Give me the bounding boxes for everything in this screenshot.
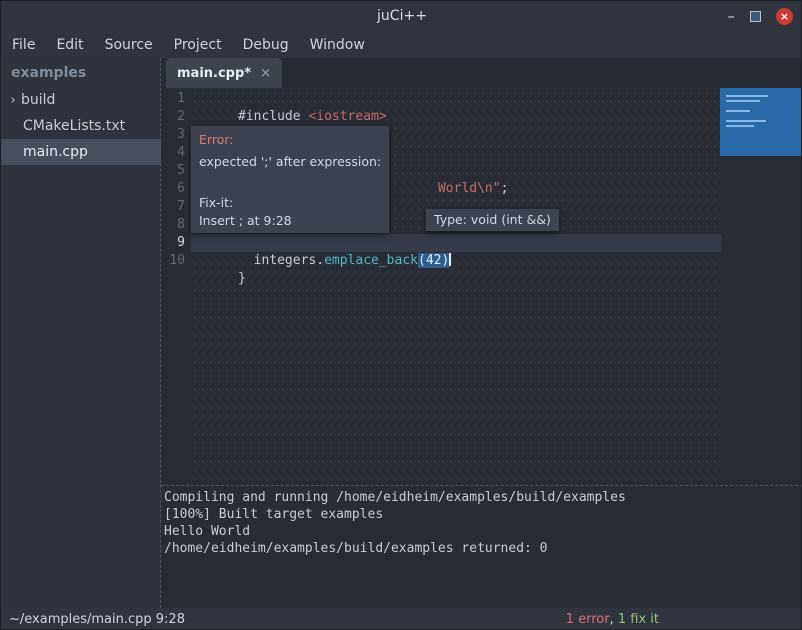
chevron-right-icon[interactable]: › xyxy=(5,93,21,108)
statusbar: ~/examples/main.cpp 9:28 1 error, 1 fix … xyxy=(1,608,802,630)
pane-separator-vertical[interactable] xyxy=(160,58,161,608)
menubar: File Edit Source Project Debug Window xyxy=(1,31,802,58)
line-number: 7 xyxy=(161,198,185,216)
code-line-10[interactable]: } xyxy=(191,252,246,306)
minimap-line xyxy=(726,110,750,112)
tab-main-cpp[interactable]: main.cpp* × xyxy=(166,58,282,88)
menu-item-project[interactable]: Project xyxy=(174,37,222,53)
error-count: 1 error xyxy=(566,612,610,627)
output-line: [100%] Built target examples xyxy=(164,506,800,523)
code-token: emplace_back xyxy=(324,253,418,268)
tree-item-label: build xyxy=(21,92,55,108)
project-name-header: examples xyxy=(1,58,161,87)
minimap-line xyxy=(726,125,754,127)
error-tooltip: Error: expected ';' after expression: Fi… xyxy=(191,126,389,233)
close-button[interactable]: × xyxy=(776,8,793,25)
output-line: Compiling and running /home/eidheim/exam… xyxy=(164,489,800,506)
menu-item-edit[interactable]: Edit xyxy=(56,37,83,53)
minimap-line xyxy=(726,95,768,97)
code-token: ; xyxy=(501,181,509,196)
output-line: /home/eidheim/examples/build/examples re… xyxy=(164,540,800,557)
tree-item-label: main.cpp xyxy=(1,144,88,160)
code-editor[interactable]: 1 2 3 4 5 6 7 8 9 10 #include <iostream>… xyxy=(161,88,802,486)
line-number: 3 xyxy=(161,126,185,144)
tree-item-cmakelists[interactable]: CMakeLists.txt xyxy=(1,113,161,139)
fixit-title: Fix-it: xyxy=(199,195,381,210)
app-window: juCi++ – × File Edit Source Project Debu… xyxy=(0,0,802,630)
line-number: 6 xyxy=(161,180,185,198)
menu-item-debug[interactable]: Debug xyxy=(243,37,289,53)
diagnostics-summary: 1 error, 1 fix it xyxy=(566,608,659,630)
diagnostics-separator: , xyxy=(610,612,618,627)
titlebar: juCi++ – × xyxy=(1,1,802,31)
line-number: 5 xyxy=(161,162,185,180)
text-caret xyxy=(449,253,451,266)
tree-item-main-cpp[interactable]: main.cpp xyxy=(1,139,161,165)
type-tooltip: Type: void (int &&) xyxy=(426,209,559,231)
matching-bracket: ) xyxy=(441,253,449,268)
line-number: 4 xyxy=(161,144,185,162)
code-token: } xyxy=(238,271,246,286)
menu-item-file[interactable]: File xyxy=(12,37,35,53)
fixit-count: 1 fix it xyxy=(618,612,659,627)
tab-close-icon[interactable]: × xyxy=(260,66,271,81)
code-token: integers. xyxy=(238,253,324,268)
output-line: Hello World xyxy=(164,523,800,540)
window-title: juCi++ xyxy=(1,1,802,31)
menu-item-window[interactable]: Window xyxy=(310,37,365,53)
tab-label: main.cpp* xyxy=(177,66,251,81)
minimap-line xyxy=(726,100,760,102)
cursor-location: ~/examples/main.cpp 9:28 xyxy=(9,608,185,630)
code-token: 42 xyxy=(426,253,442,268)
fixit-text: Insert ; at 9:28 xyxy=(199,213,381,228)
error-tooltip-title: Error: xyxy=(199,132,381,147)
line-number: 1 xyxy=(161,90,185,108)
tree-item-build[interactable]: › build xyxy=(1,87,161,113)
tabbar: main.cpp* × xyxy=(161,58,802,88)
minimap-line xyxy=(726,120,766,122)
line-number-current: 9 xyxy=(161,234,185,252)
menu-item-source[interactable]: Source xyxy=(105,37,153,53)
matching-bracket: ( xyxy=(418,253,426,268)
tree-item-label: CMakeLists.txt xyxy=(1,118,125,134)
file-tree-sidebar: examples › build CMakeLists.txt main.cpp xyxy=(1,58,161,608)
maximize-button[interactable] xyxy=(750,11,761,22)
minimap-overview[interactable] xyxy=(720,88,802,156)
window-controls: – × xyxy=(728,1,794,31)
line-number: 10 xyxy=(161,252,185,270)
error-tooltip-message: expected ';' after expression: xyxy=(199,154,381,169)
pane-separator-horizontal[interactable] xyxy=(161,485,802,486)
code-token: World\n" xyxy=(438,181,501,196)
minimize-button[interactable]: – xyxy=(728,7,736,25)
output-panel[interactable]: Compiling and running /home/eidheim/exam… xyxy=(161,486,802,608)
line-number: 8 xyxy=(161,216,185,234)
line-number: 2 xyxy=(161,108,185,126)
